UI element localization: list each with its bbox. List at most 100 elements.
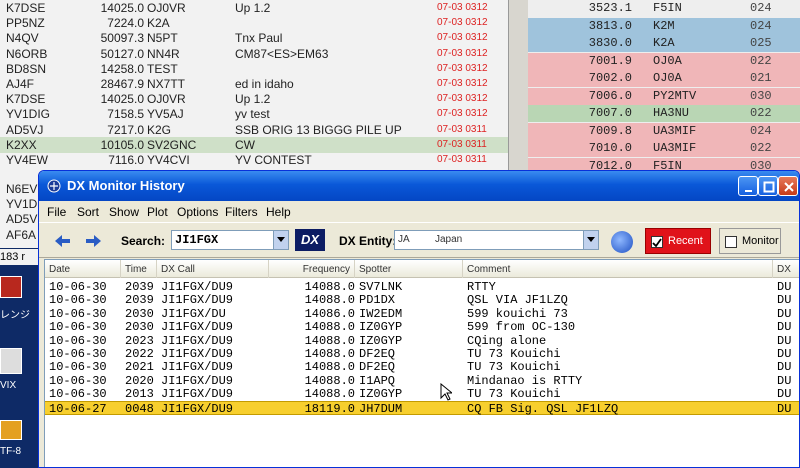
- menu-plot[interactable]: Plot: [147, 205, 168, 219]
- column-header-comment[interactable]: Comment: [463, 260, 773, 278]
- menu-file[interactable]: File: [47, 205, 66, 219]
- spot-call: N4QV: [6, 31, 39, 46]
- band-row[interactable]: 7006.0 PY2MTV 030: [528, 87, 800, 105]
- history-row[interactable]: 10-06-30 2023 JI1FGX/DU9 14088.0 IZ0GYP CQing…: [45, 333, 799, 348]
- column-header-dx[interactable]: DX: [773, 260, 799, 278]
- desktop-icon-vix[interactable]: [0, 348, 22, 374]
- menu-sort[interactable]: Sort: [77, 205, 99, 219]
- spot-call: AD5V: [6, 212, 38, 227]
- column-header-frequency[interactable]: Frequency: [269, 260, 355, 278]
- grid-header: Date Time DX Call Frequency Spotter Comm…: [45, 260, 799, 278]
- spot-call: N6ORB: [6, 46, 48, 61]
- row-date: 10-06-30: [49, 320, 107, 335]
- spot-row[interactable]: AJ4F 28467.9 NX7TT ed in idaho 07-03 0312: [0, 76, 511, 92]
- column-header-dx-call[interactable]: DX Call: [157, 260, 269, 278]
- minimize-button[interactable]: [738, 176, 758, 196]
- spot-row[interactable]: K7DSE 14025.0 OJ0VR Up 1.2 07-03 0312: [0, 91, 511, 107]
- band-row[interactable]: 7007.0 HA3NU 022: [528, 105, 800, 122]
- history-row[interactable]: 10-06-30 2020 JI1FGX/DU9 14088.0 I1APQ Mindan…: [45, 373, 799, 388]
- spot-comment: ed in idaho: [235, 77, 294, 91]
- band-row[interactable]: 7001.9 OJ0A 022: [528, 52, 800, 70]
- background-band-list: 3523.1 F5IN 024 3813.0 K2M 024 3830.0 K2A 025 700…: [528, 0, 800, 176]
- band-row[interactable]: 7002.0 OJ0A 021: [528, 70, 800, 87]
- spot-row[interactable]: N6ORB 50127.0 NN4R CM87<ES>EM63 07-03 0312: [0, 46, 511, 62]
- history-row[interactable]: 10-06-30 2039 JI1FGX/DU9 14088.0 PD1DX QSL VI…: [45, 293, 799, 308]
- row-dx-call: JI1FGX/DU9: [161, 293, 234, 308]
- close-button[interactable]: [778, 176, 798, 196]
- monitor-label: Monitor: [742, 235, 779, 247]
- spot-spotter: OJ0VR: [147, 92, 186, 107]
- entity-dropdown-button[interactable]: [583, 231, 598, 249]
- band-row[interactable]: 3830.0 K2A 025: [528, 35, 800, 52]
- history-row[interactable]: 10-06-30 2039 JI1FGX/DU9 14088.0 SV7LNK RTTY D…: [45, 280, 799, 294]
- band-row[interactable]: 3813.0 K2M 024: [528, 17, 800, 35]
- entity-label: DX Entity:: [339, 234, 397, 248]
- menu-help[interactable]: Help: [266, 205, 291, 219]
- title-bar[interactable]: DX Monitor History: [39, 171, 799, 201]
- spot-time: 07-03 0312: [437, 32, 488, 44]
- row-date: 10-06-30: [49, 360, 107, 375]
- desktop-icon-1[interactable]: [0, 276, 22, 298]
- band-row[interactable]: 3523.1 F5IN 024: [528, 0, 800, 17]
- spot-comment: Up 1.2: [235, 1, 271, 15]
- entity-combobox[interactable]: JA Japan: [394, 230, 599, 250]
- back-arrow-icon[interactable]: [51, 231, 73, 251]
- spot-spotter: N5PT: [147, 31, 178, 46]
- spot-row[interactable]: AD5VJ 7217.0 K2G SSB ORIG 13 BIGGG PILE UP 0…: [0, 122, 511, 138]
- recent-checkbox[interactable]: [651, 236, 663, 248]
- band-number: 022: [750, 141, 772, 155]
- history-row[interactable]: 10-06-30 2030 JI1FGX/DU 14086.0 IW2EDM 599 ko…: [45, 306, 799, 321]
- row-dx: DU: [777, 306, 792, 321]
- spot-spotter: K2A: [147, 16, 170, 31]
- spot-row[interactable]: K2XX 10105.0 SV2GNC CW 07-03 0311: [0, 136, 511, 153]
- row-dx: DU: [777, 373, 792, 388]
- menu-show[interactable]: Show: [109, 205, 139, 219]
- entity-name: Japan: [435, 234, 463, 245]
- row-dx-call: JI1FGX/DU9: [161, 360, 234, 375]
- menu-options[interactable]: Options: [177, 205, 218, 219]
- search-dropdown-button[interactable]: [273, 231, 288, 249]
- row-time: 2023: [125, 333, 154, 348]
- row-date: 10-06-30: [49, 387, 107, 402]
- band-number: 024: [750, 123, 772, 138]
- desktop-icon-tf[interactable]: [0, 420, 22, 440]
- monitor-toggle[interactable]: Monitor: [719, 228, 781, 254]
- row-dx-call: JI1FGX/DU9: [161, 387, 234, 402]
- row-date: 10-06-30: [49, 293, 107, 308]
- history-row[interactable]: 10-06-30 2022 JI1FGX/DU9 14088.0 DF2EQ TU 73 …: [45, 347, 799, 361]
- recent-toggle[interactable]: Recent: [645, 228, 711, 254]
- row-spotter: IZ0GYP: [359, 387, 403, 402]
- row-frequency: 14086.0: [304, 306, 355, 321]
- row-spotter: DF2EQ: [359, 347, 396, 361]
- forward-arrow-icon[interactable]: [83, 231, 105, 251]
- band-row[interactable]: 7009.8 UA3MIF 024: [528, 122, 800, 140]
- band-call: K2M: [653, 18, 675, 33]
- monitor-checkbox[interactable]: [725, 236, 737, 248]
- column-header-spotter[interactable]: Spotter: [355, 260, 463, 278]
- spot-row[interactable]: PP5NZ 7224.0 K2A 07-03 0312: [0, 15, 511, 31]
- spot-row[interactable]: YV4EW 7116.0 YV4CVI YV CONTEST 07-03 0311: [0, 152, 511, 168]
- spot-row[interactable]: YV1DIG 7158.5 YV5AJ yv test 07-03 0312: [0, 106, 511, 122]
- column-header-date[interactable]: Date: [45, 260, 121, 278]
- maximize-button[interactable]: [758, 176, 778, 196]
- spot-frequency: 7116.0: [108, 153, 144, 167]
- menu-filters[interactable]: Filters: [225, 205, 258, 219]
- search-combobox[interactable]: JI1FGX: [171, 230, 289, 250]
- band-row[interactable]: 7010.0 UA3MIF 022: [528, 140, 800, 157]
- spot-time: 07-03 0312: [437, 62, 488, 74]
- row-frequency: 14088.0: [304, 360, 355, 375]
- spot-row[interactable]: K7DSE 14025.0 OJ0VR Up 1.2 07-03 0312: [0, 0, 511, 16]
- spot-row[interactable]: N4QV 50097.3 N5PT Tnx Paul 07-03 0312: [0, 30, 511, 46]
- band-frequency: 3813.0: [588, 18, 632, 33]
- history-row[interactable]: 10-06-30 2021 JI1FGX/DU9 14088.0 DF2EQ TU 73 …: [45, 360, 799, 375]
- spot-row[interactable]: BD8SN 14258.0 TEST 07-03 0312: [0, 61, 511, 77]
- row-time: 2030: [125, 320, 154, 335]
- column-header-time[interactable]: Time: [121, 260, 157, 278]
- band-call: OJ0A: [653, 71, 682, 85]
- history-row[interactable]: 10-06-30 2030 JI1FGX/DU9 14088.0 IZ0GYP 599 f…: [45, 320, 799, 335]
- spot-call: K7DSE: [6, 92, 46, 107]
- band-call: UA3MIF: [653, 141, 697, 155]
- history-row[interactable]: 10-06-27 0048 JI1FGX/DU9 18119.0 JH7DUM CQ FB…: [45, 400, 799, 416]
- history-row[interactable]: 10-06-30 2013 JI1FGX/DU9 14088.0 IZ0GYP TU 73…: [45, 387, 799, 402]
- globe-icon[interactable]: [611, 231, 633, 253]
